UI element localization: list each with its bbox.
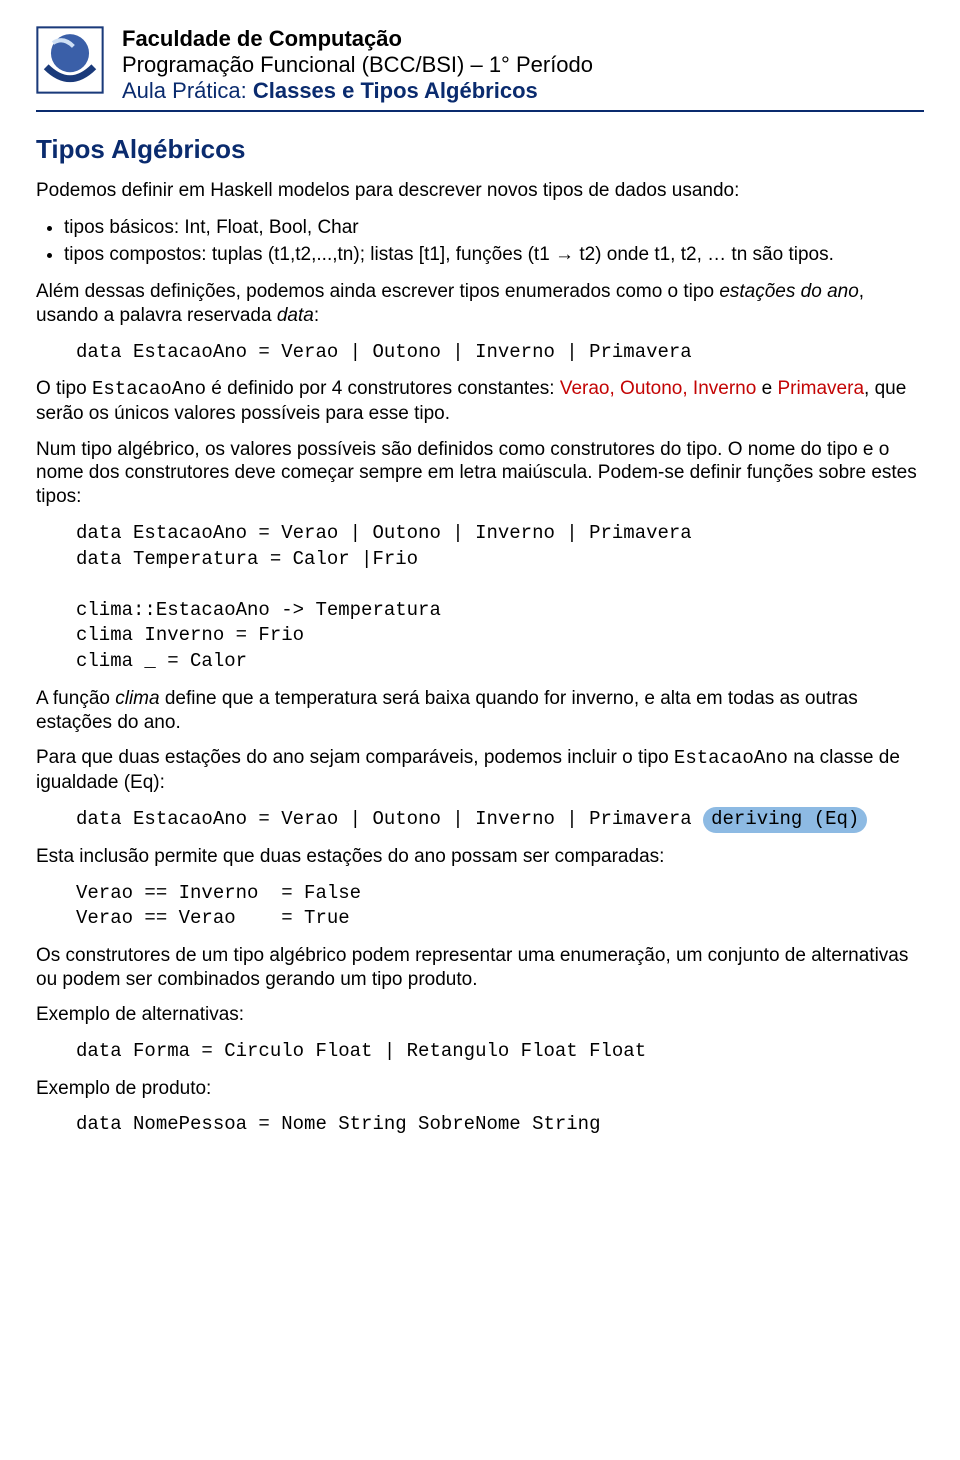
code-block-temperatura: data EstacaoAno = Verao | Outono | Inver… <box>76 521 924 675</box>
definitions-paragraph: Além dessas definições, podemos ainda es… <box>36 280 924 328</box>
text-run: A função <box>36 688 115 709</box>
header-line-2: Programação Funcional (BCC/BSI) – 1° Per… <box>122 52 593 78</box>
intro-paragraph: Podemos definir em Haskell modelos para … <box>36 179 924 203</box>
code-text: data EstacaoAno = Verao | Outono | Inver… <box>76 808 703 830</box>
document-header: Faculdade de Computação Programação Func… <box>36 24 924 112</box>
highlight-deriving: deriving (Eq) <box>703 807 867 833</box>
text-run: Para que duas estações do ano sejam comp… <box>36 747 674 768</box>
list-item: tipos básicos: Int, Float, Bool, Char <box>64 215 924 241</box>
italic-clima: clima <box>115 688 159 709</box>
constructor-list-red: Verao, Outono, Inverno <box>560 378 756 399</box>
eq-paragraph: Para que duas estações do ano sejam comp… <box>36 746 924 795</box>
note-paragraph: Num tipo algébrico, os valores possíveis… <box>36 438 924 509</box>
university-logo-icon <box>36 26 104 94</box>
estacao-paragraph: O tipo EstacaoAno é definido por 4 const… <box>36 377 924 426</box>
text-run: e <box>756 378 777 399</box>
text-run: O tipo <box>36 378 92 399</box>
code-block-forma: data Forma = Circulo Float | Retangulo F… <box>76 1039 924 1065</box>
constructors-paragraph: Os construtores de um tipo algébrico pod… <box>36 944 924 992</box>
basic-types-list: tipos básicos: Int, Float, Bool, Char ti… <box>64 215 924 268</box>
header-line-3: Aula Prática: Classes e Tipos Algébricos <box>122 78 593 104</box>
code-block-compare: Verao == Inverno = False Verao == Verao … <box>76 881 924 932</box>
inclusion-paragraph: Esta inclusão permite que duas estações … <box>36 845 924 869</box>
code-block-nomepessoa: data NomePessoa = Nome String SobreNome … <box>76 1112 924 1138</box>
text-run: define que a temperatura será baixa quan… <box>36 688 858 733</box>
header-line-3-prefix: Aula Prática: <box>122 78 247 103</box>
text-run: : <box>314 305 319 326</box>
constructor-primavera-red: Primavera <box>777 378 864 399</box>
document-page: Faculdade de Computação Programação Func… <box>0 0 960 1178</box>
header-text-block: Faculdade de Computação Programação Func… <box>122 24 593 104</box>
alternatives-label: Exemplo de alternativas: <box>36 1003 924 1027</box>
text-run: é definido por 4 construtores constantes… <box>206 378 560 399</box>
header-line-3-rest: Classes e Tipos Algébricos <box>247 78 538 103</box>
header-line-1: Faculdade de Computação <box>122 26 593 52</box>
code-block-estacao: data EstacaoAno = Verao | Outono | Inver… <box>76 340 924 366</box>
inline-code: EstacaoAno <box>674 747 788 769</box>
italic-text: estações do ano <box>719 281 858 302</box>
list-item: tipos compostos: tuplas (t1,t2,...,tn); … <box>64 242 924 268</box>
clima-paragraph: A função clima define que a temperatura … <box>36 687 924 735</box>
code-block-deriving: data EstacaoAno = Verao | Outono | Inver… <box>76 807 924 833</box>
inline-code: EstacaoAno <box>92 378 206 400</box>
keyword-data: data <box>277 305 314 326</box>
section-title: Tipos Algébricos <box>36 134 924 165</box>
product-label: Exemplo de produto: <box>36 1077 924 1101</box>
text-run: Além dessas definições, podemos ainda es… <box>36 281 719 302</box>
